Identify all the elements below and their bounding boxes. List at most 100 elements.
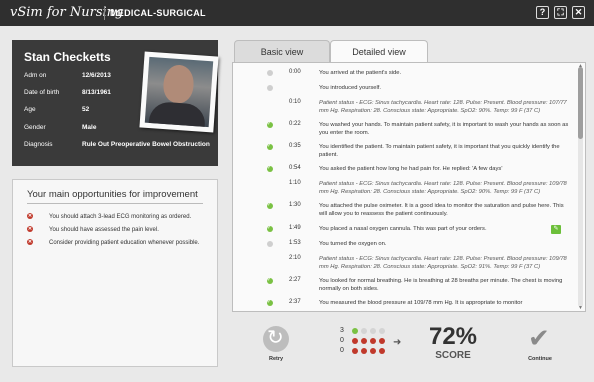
photo-shirt bbox=[148, 101, 207, 128]
score-dot bbox=[361, 348, 367, 354]
log-action-text: You arrived at the patient's side. bbox=[319, 70, 402, 76]
check-icon bbox=[267, 225, 273, 232]
scrollbar-thumb[interactable] bbox=[578, 67, 583, 139]
neutral-dot-icon bbox=[267, 70, 273, 76]
patient-card: Stan Checketts Adm on 12/6/2013 Date of … bbox=[12, 40, 219, 166]
log-time: 2:27 bbox=[289, 277, 301, 283]
field-value: 52 bbox=[82, 106, 90, 113]
opportunity-text: You should have assessed the pain level. bbox=[49, 227, 159, 233]
check-icon bbox=[267, 165, 273, 172]
module-title: MEDICAL-SURGICAL bbox=[110, 8, 206, 18]
brand-divider bbox=[104, 6, 105, 20]
score-dot bbox=[379, 348, 385, 354]
field-value: Rule Out Preoperative Bowel Obstruction bbox=[82, 141, 210, 148]
log-time: 2:37 bbox=[289, 299, 301, 305]
score-count: 0 bbox=[340, 337, 344, 344]
neutral-dot-icon bbox=[267, 241, 273, 247]
title-divider bbox=[27, 203, 203, 204]
log-action-text: You introduced yourself. bbox=[319, 85, 381, 91]
log-action-text: You placed a nasal oxygen cannula. This … bbox=[319, 226, 487, 232]
log-scrollbar[interactable] bbox=[578, 67, 583, 307]
score-count: 0 bbox=[340, 347, 344, 354]
log-action-text: You turned the oxygen on. bbox=[319, 241, 387, 247]
log-time: 1:49 bbox=[289, 225, 301, 231]
check-icon bbox=[267, 277, 273, 284]
app-brand: vSim for Nursing bbox=[10, 5, 124, 20]
check-icon bbox=[267, 202, 273, 209]
field-label: Adm on bbox=[24, 72, 47, 79]
field-label: Gender bbox=[24, 124, 46, 131]
log-status-text: Patient status - ECG: Sinus tachycardia.… bbox=[319, 181, 567, 195]
opportunities-panel: Your main opportunities for improvement … bbox=[12, 179, 218, 367]
photo-face bbox=[162, 63, 195, 104]
help-icon[interactable]: ? bbox=[536, 6, 549, 19]
log-time: 0:00 bbox=[289, 69, 301, 75]
log-time: 0:22 bbox=[289, 121, 301, 127]
log-action-text: You washed your hands. To maintain patie… bbox=[319, 122, 569, 136]
log-status-text: Patient status - ECG: Sinus tachycardia.… bbox=[319, 100, 567, 114]
score-dot bbox=[370, 348, 376, 354]
tab-basic-view[interactable]: Basic view bbox=[234, 40, 330, 62]
log-time: 0:54 bbox=[289, 165, 301, 171]
field-label: Diagnosis bbox=[24, 141, 53, 148]
score-dot bbox=[370, 338, 376, 344]
log-time: 2:10 bbox=[289, 255, 301, 261]
score-count: 3 bbox=[340, 327, 344, 334]
x-icon: ✕ bbox=[27, 213, 33, 219]
log-time: 0:35 bbox=[289, 143, 301, 149]
check-icon bbox=[267, 121, 273, 128]
log-action-text: You measured the blood pressure at 109/7… bbox=[319, 300, 523, 306]
neutral-dot-icon bbox=[267, 85, 273, 91]
patient-photo bbox=[139, 51, 219, 133]
score-dot bbox=[370, 328, 376, 334]
checkmark-icon[interactable]: ✔ bbox=[528, 324, 550, 354]
field-label: Age bbox=[24, 106, 36, 113]
score-dot bbox=[361, 328, 367, 334]
close-icon[interactable]: ✕ bbox=[572, 6, 585, 19]
scroll-down-icon[interactable]: ▼ bbox=[578, 305, 583, 311]
continue-label: Continue bbox=[528, 356, 552, 362]
opportunity-text: You should attach 3-lead ECG monitoring … bbox=[49, 214, 192, 220]
score-dot bbox=[361, 338, 367, 344]
retry-label: Retry bbox=[268, 356, 284, 362]
field-value: Male bbox=[82, 124, 97, 131]
log-time: 1:30 bbox=[289, 202, 301, 208]
event-log-panel: 0:00 You arrived at the patient's side. Yo… bbox=[232, 62, 586, 312]
field-value: 12/6/2013 bbox=[82, 72, 111, 79]
log-time: 0:10 bbox=[289, 99, 301, 105]
check-icon bbox=[267, 299, 273, 306]
field-value: 8/13/1961 bbox=[82, 89, 111, 96]
log-action-text: You asked the patient how long he had pa… bbox=[319, 166, 503, 172]
score-dot bbox=[352, 328, 358, 334]
note-icon[interactable]: ✎ bbox=[551, 225, 561, 234]
score-dot bbox=[352, 348, 358, 354]
field-label: Date of birth bbox=[24, 89, 60, 96]
score-dot bbox=[379, 338, 385, 344]
score-label: SCORE bbox=[435, 350, 471, 361]
score-value: 72% bbox=[428, 323, 478, 350]
event-log-list: 0:00 You arrived at the patient's side. Yo… bbox=[233, 63, 579, 311]
score-dot bbox=[352, 338, 358, 344]
log-time: 1:10 bbox=[289, 180, 301, 186]
x-icon: ✕ bbox=[27, 239, 33, 245]
log-action-text: You looked for normal breathing. He is b… bbox=[319, 278, 563, 292]
continue-button[interactable]: ✔ Continue bbox=[520, 324, 560, 368]
log-action-text: You attached the pulse oximeter. It is a… bbox=[319, 203, 564, 217]
patient-name: Stan Checketts bbox=[24, 50, 111, 64]
log-time: 1:53 bbox=[289, 240, 301, 246]
retry-button[interactable]: Retry bbox=[258, 325, 294, 366]
arrow-right-icon: ➜ bbox=[393, 337, 402, 348]
log-action-text: You identified the patient. To maintain … bbox=[319, 144, 560, 158]
top-bar: vSim for Nursing MEDICAL-SURGICAL ? ⛶ ✕ bbox=[0, 0, 594, 26]
opportunity-text: Consider providing patient education whe… bbox=[49, 240, 200, 246]
fullscreen-icon[interactable]: ⛶ bbox=[554, 6, 567, 19]
retry-icon[interactable] bbox=[263, 325, 289, 352]
opportunities-title: Your main opportunities for improvement bbox=[27, 189, 198, 200]
tab-detailed-view[interactable]: Detailed view bbox=[330, 40, 428, 63]
log-status-text: Patient status - ECG: Sinus tachycardia.… bbox=[319, 256, 567, 270]
photo-image bbox=[144, 56, 214, 128]
x-icon: ✕ bbox=[27, 226, 33, 232]
score-breakdown: 3 0 0 bbox=[340, 326, 390, 358]
check-icon bbox=[267, 143, 273, 150]
score-dot bbox=[379, 328, 385, 334]
